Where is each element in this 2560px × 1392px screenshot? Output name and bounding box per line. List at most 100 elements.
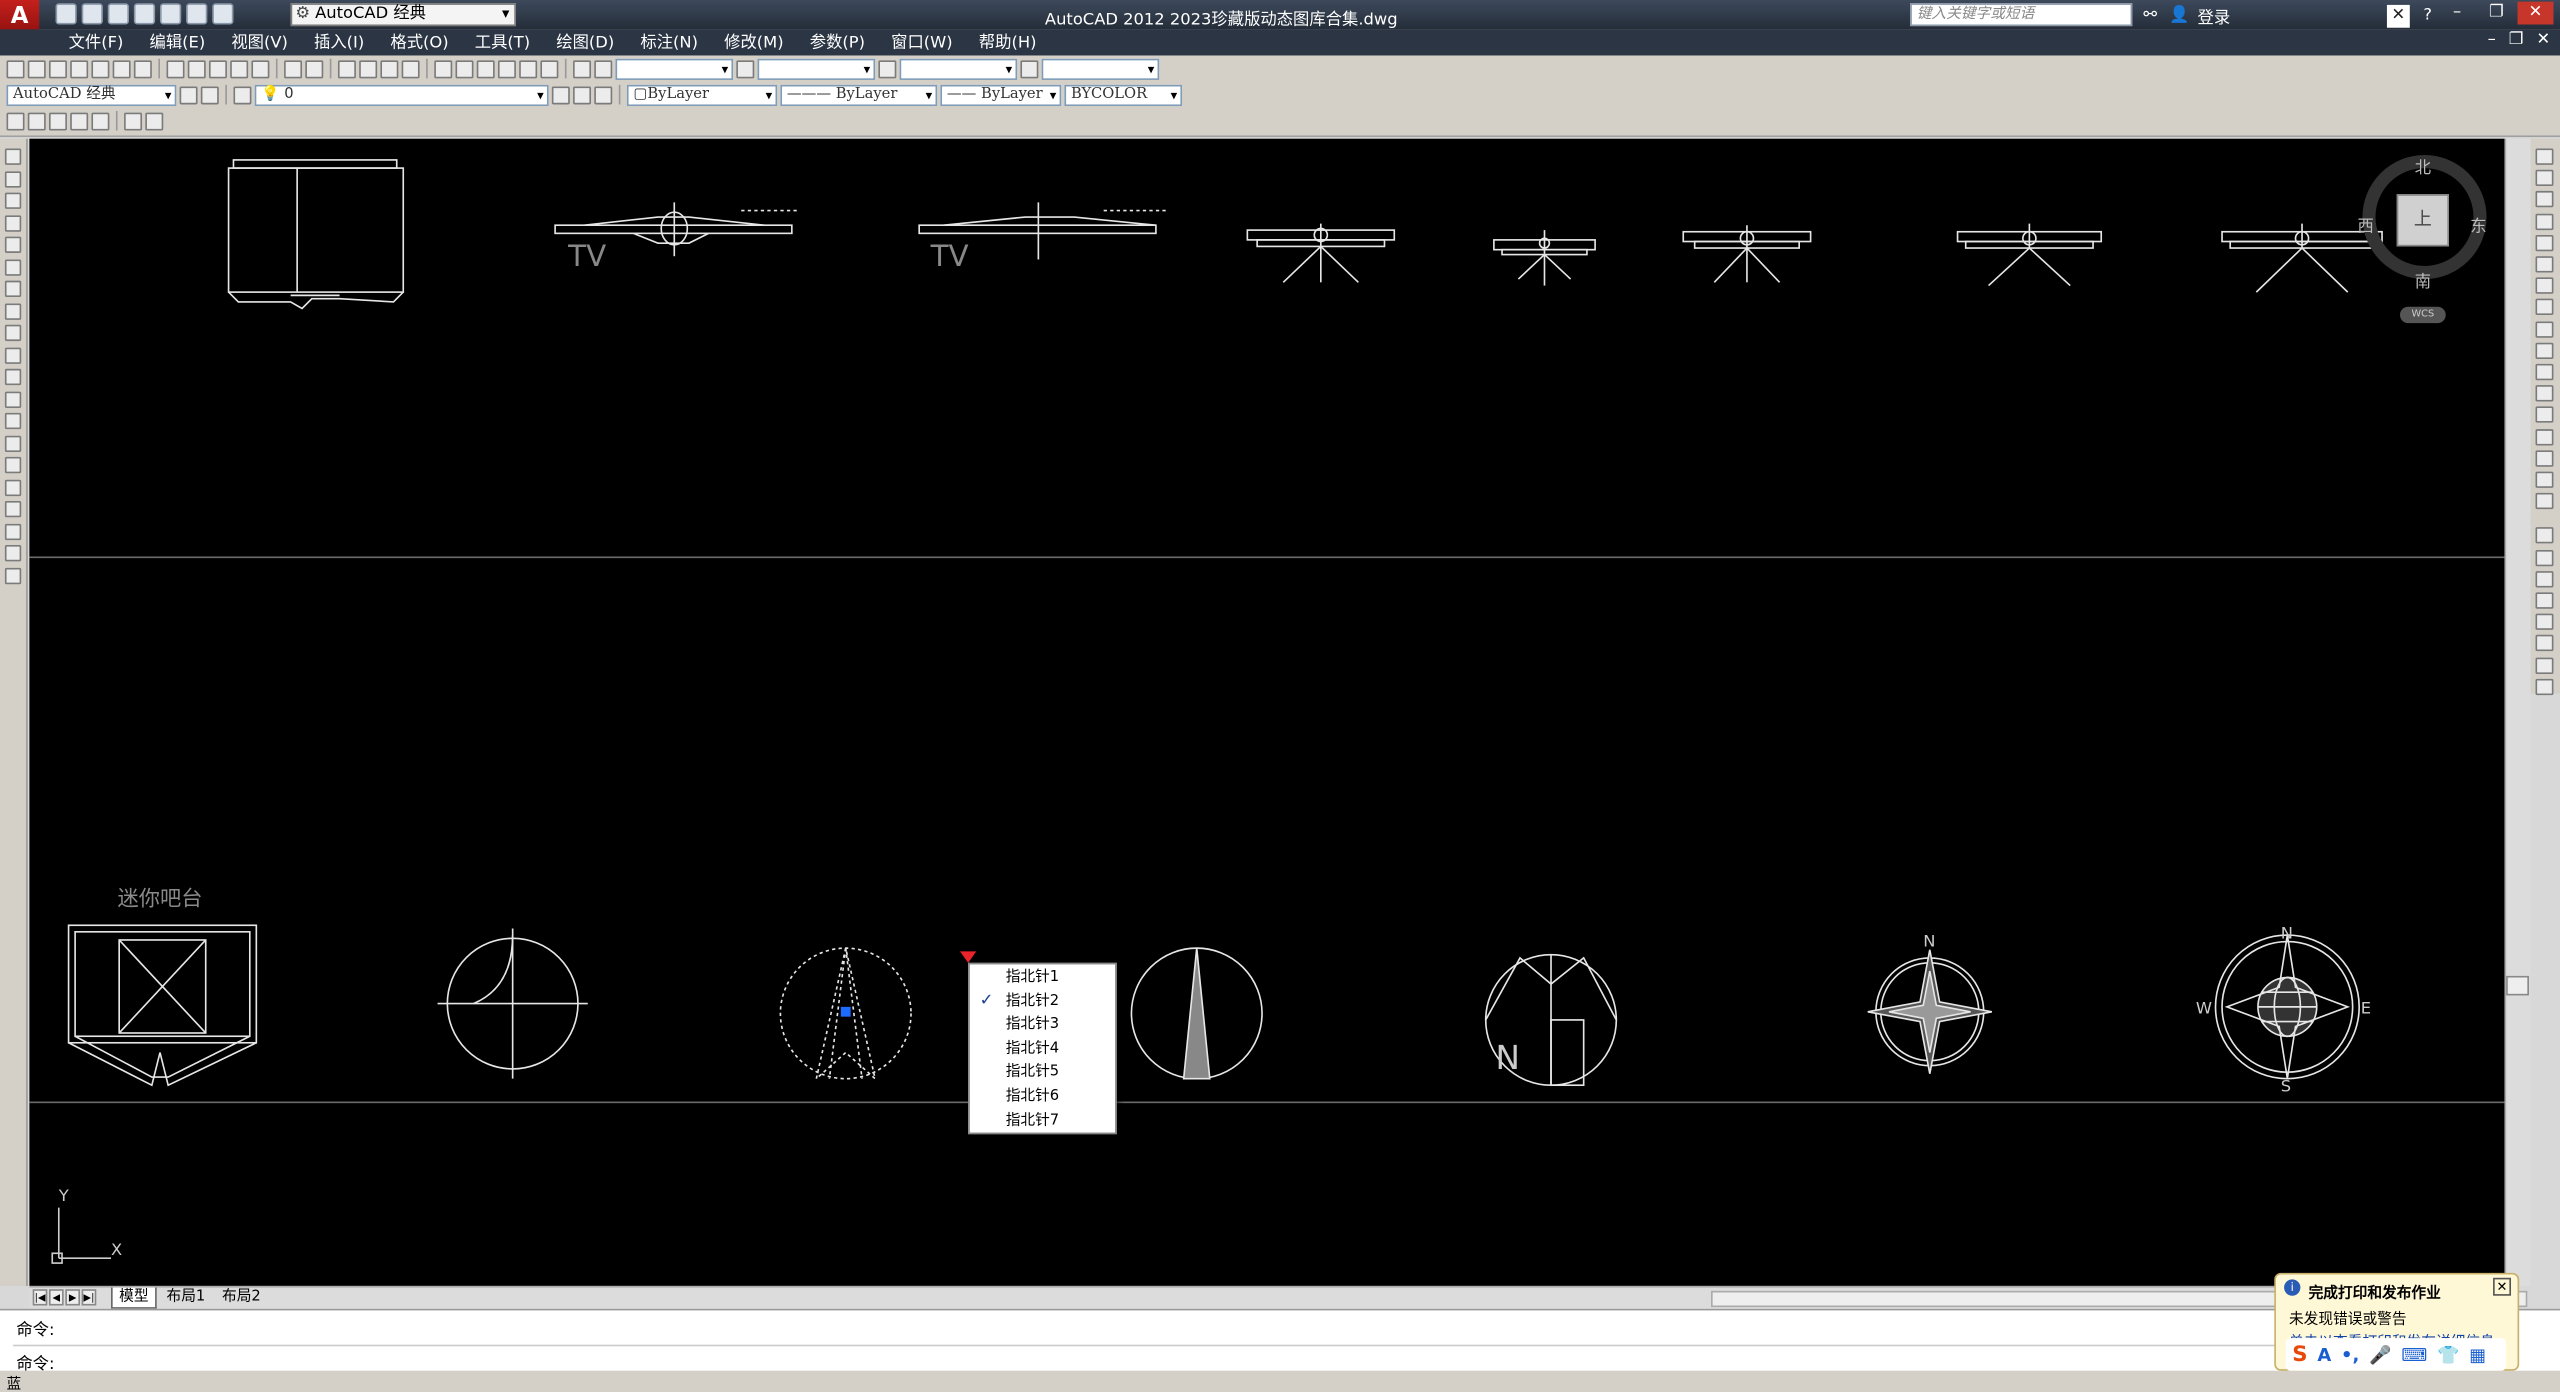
layer-state-icon[interactable]: [594, 85, 613, 104]
break-at-point-icon[interactable]: [2535, 385, 2554, 402]
open-icon[interactable]: [27, 59, 46, 78]
quickcalc-icon[interactable]: [540, 59, 559, 78]
tab-model[interactable]: 模型: [111, 1287, 157, 1309]
polyline-icon[interactable]: [4, 192, 22, 209]
plot-icon[interactable]: [70, 59, 89, 78]
markup-icon[interactable]: [519, 59, 538, 78]
3d-print-icon[interactable]: [133, 59, 152, 78]
help-icon[interactable]: ?: [2416, 4, 2439, 27]
north-arrow-3[interactable]: [1130, 947, 1263, 1080]
gradient-icon[interactable]: [4, 478, 22, 496]
tab-layout2[interactable]: 布局2: [216, 1288, 268, 1309]
undo-icon[interactable]: [186, 3, 208, 25]
point-icon[interactable]: [4, 434, 22, 452]
pan-icon[interactable]: [337, 59, 356, 78]
menu-item-1[interactable]: 编辑(E): [136, 33, 218, 54]
arc-icon[interactable]: [4, 258, 22, 275]
help-icon[interactable]: [573, 59, 592, 78]
break-icon[interactable]: [2535, 406, 2554, 424]
popup-item-3[interactable]: 指北针3: [1006, 1015, 1059, 1036]
sogou-logo-icon[interactable]: S: [2292, 1342, 2307, 1366]
menu-item-5[interactable]: 工具(T): [462, 33, 544, 54]
menu-item-0[interactable]: 文件(F): [56, 33, 137, 54]
menu-item-2[interactable]: 视图(V): [218, 33, 301, 54]
vertical-scrollbar[interactable]: [2504, 138, 2531, 1286]
zoom-previous-icon[interactable]: [401, 59, 420, 78]
doc-close-button[interactable]: ✕: [2537, 31, 2551, 49]
copy-icon[interactable]: [187, 59, 206, 78]
search-input[interactable]: 键入关键字或短语: [1910, 3, 2133, 27]
view-iso-icon[interactable]: [124, 111, 143, 130]
mirror-icon[interactable]: [2535, 191, 2554, 208]
drawing-canvas[interactable]: TV TV N N N S W E: [29, 138, 2505, 1286]
workspace-dropdown[interactable]: AutoCAD 经典: [6, 84, 177, 106]
plot-icon[interactable]: [159, 3, 182, 25]
zoom-window-icon[interactable]: [380, 59, 399, 78]
minimize-button[interactable]: –: [2439, 2, 2475, 25]
stretch-icon[interactable]: [2535, 320, 2554, 338]
ellipse-arc-icon[interactable]: [4, 368, 22, 386]
menu-item-3[interactable]: 插入(I): [301, 33, 377, 54]
view-right-icon[interactable]: [70, 111, 89, 130]
lineweight-dropdown[interactable]: —— ByLayer: [940, 84, 1062, 106]
erase-icon[interactable]: [2535, 148, 2554, 165]
dim-style-icon[interactable]: [736, 59, 755, 78]
ime-toolbar[interactable]: S A •, 🎤 ⌨ 👕 ▦: [2285, 1338, 2507, 1371]
ime-font-icon[interactable]: A: [2317, 1344, 2331, 1365]
rotate-icon[interactable]: [2535, 277, 2554, 295]
workspace-save-icon[interactable]: [200, 85, 219, 104]
popup-item-1[interactable]: 指北针1: [1006, 968, 1059, 989]
viewcube-south[interactable]: 南: [2415, 268, 2431, 292]
paste-icon[interactable]: [208, 59, 227, 78]
mtext-icon[interactable]: [4, 545, 22, 562]
draworder-above-icon[interactable]: [2535, 570, 2554, 588]
layer-manager-icon[interactable]: [233, 85, 252, 104]
view-camera-icon[interactable]: [145, 111, 164, 130]
view-bottom-icon[interactable]: [27, 111, 46, 130]
circle-icon[interactable]: [4, 280, 22, 298]
popup-item-5[interactable]: 指北针5: [1006, 1063, 1059, 1084]
apps-grid-icon[interactable]: ▦: [2469, 1344, 2486, 1365]
first-tab-icon[interactable]: |◀: [32, 1289, 48, 1306]
north-arrow-1[interactable]: [437, 928, 588, 1079]
viewcube-north[interactable]: 北: [2415, 153, 2431, 178]
selection-grip[interactable]: [840, 1006, 851, 1017]
explode-icon[interactable]: [2535, 493, 2554, 510]
view-front-icon[interactable]: [91, 111, 110, 130]
open-file-icon[interactable]: [81, 3, 103, 25]
match-prop-icon[interactable]: [230, 59, 249, 78]
wipeout-icon[interactable]: [2535, 678, 2554, 695]
revision-cloud-icon[interactable]: [4, 302, 22, 320]
plotstyle-dropdown[interactable]: BYCOLOR: [1064, 84, 1183, 106]
extend-icon[interactable]: [2535, 363, 2554, 381]
last-tab-icon[interactable]: ▶|: [81, 1289, 97, 1306]
ime-punct-icon[interactable]: •,: [2341, 1344, 2359, 1365]
popup-item-4[interactable]: 指北针4: [1006, 1039, 1059, 1060]
sheet-set-icon[interactable]: [497, 59, 516, 78]
tv-stand-1[interactable]: [1246, 223, 1396, 283]
block-editor-icon[interactable]: [251, 59, 270, 78]
mini-bar-block[interactable]: [67, 924, 258, 1087]
draworder-back-icon[interactable]: [2535, 549, 2554, 566]
draworder-front-icon[interactable]: [2535, 527, 2554, 545]
viewcube-west[interactable]: 西: [2358, 212, 2374, 237]
doc-restore-button[interactable]: ❐: [2509, 31, 2524, 49]
menu-item-10[interactable]: 窗口(W): [878, 33, 966, 54]
menu-item-6[interactable]: 绘图(D): [543, 33, 627, 54]
move-icon[interactable]: [2535, 256, 2554, 273]
workspace-settings-icon[interactable]: [179, 85, 198, 104]
vertical-scroll-thumb[interactable]: [2506, 975, 2529, 996]
table-icon[interactable]: [4, 523, 22, 540]
dim-front-icon[interactable]: [2535, 656, 2554, 674]
tool-palettes-icon[interactable]: [476, 59, 495, 78]
text-style-dropdown[interactable]: [615, 57, 734, 80]
save-as-icon[interactable]: [133, 3, 156, 25]
menu-item-11[interactable]: 帮助(H): [966, 33, 1050, 54]
table-style-icon[interactable]: [878, 59, 897, 78]
view-left-icon[interactable]: [48, 111, 67, 130]
ellipse-icon[interactable]: [4, 346, 22, 364]
binoculars-icon[interactable]: ⚯: [2139, 4, 2162, 27]
view-top-icon[interactable]: [6, 111, 25, 130]
fillet-icon[interactable]: [2535, 471, 2554, 488]
lookup-grip[interactable]: [959, 951, 977, 963]
